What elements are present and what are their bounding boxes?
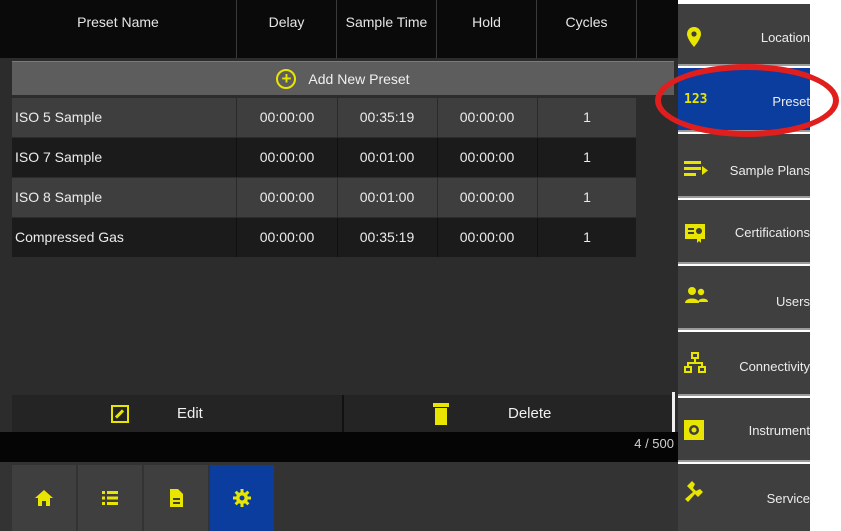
bottom-nav	[0, 462, 678, 531]
preset-count: 4 / 500	[634, 436, 674, 451]
location-pin-icon	[687, 27, 701, 47]
certificate-icon	[685, 224, 705, 243]
side-nav-label: Connectivity	[739, 359, 810, 374]
edit-pencil-icon	[111, 404, 129, 423]
sample-time-cell: 00:35:19	[359, 229, 415, 245]
sample-time-cell: 00:01:00	[359, 189, 415, 205]
side-nav-users[interactable]: Users	[678, 266, 810, 330]
add-new-preset-button[interactable]: + Add New Preset	[12, 61, 674, 95]
preset-panel: Preset Name Delay Sample Time Hold Cycle…	[0, 0, 678, 531]
table-row[interactable]: Compressed Gas 00:00:00 00:35:19 00:00:0…	[12, 218, 636, 257]
delete-button[interactable]: Delete	[344, 395, 674, 432]
side-nav-sample-plans[interactable]: Sample Plans	[678, 134, 810, 198]
cycles-cell: 1	[583, 229, 591, 245]
scrollbar-thumb[interactable]	[672, 392, 675, 432]
network-icon	[684, 352, 706, 373]
preset-name-cell: ISO 5 Sample	[15, 109, 103, 125]
plus-circle-icon: +	[276, 68, 297, 89]
cycles-cell: 1	[583, 149, 591, 165]
side-nav-label: Users	[776, 294, 810, 309]
side-nav-preset[interactable]: 123 Preset	[678, 68, 810, 132]
side-nav-label: Instrument	[748, 423, 810, 438]
wrench-icon	[685, 481, 703, 502]
edit-label: Edit	[177, 405, 203, 422]
preset-name-cell: ISO 7 Sample	[15, 149, 103, 165]
side-nav-instrument[interactable]: Instrument	[678, 398, 810, 462]
side-nav-label: Sample Plans	[729, 163, 810, 178]
status-bar: 4 / 500	[0, 432, 678, 462]
delay-cell: 00:00:00	[259, 149, 315, 165]
table-row[interactable]: ISO 7 Sample 00:00:00 00:01:00 00:00:00 …	[12, 138, 636, 177]
hold-cell: 00:00:00	[459, 229, 515, 245]
side-nav-service[interactable]: Service	[678, 464, 810, 531]
side-nav-label: Certifications	[734, 225, 810, 240]
cycles-cell: 1	[583, 109, 591, 125]
delay-cell: 00:00:00	[259, 229, 315, 245]
instrument-gear-icon	[684, 420, 704, 440]
add-new-preset-label: Add New Preset	[308, 70, 410, 87]
side-nav-label: Preset	[772, 94, 810, 109]
123-numbers-icon: 123	[684, 92, 708, 107]
delete-label: Delete	[508, 405, 552, 422]
table-header: Preset Name Delay Sample Time Hold Cycle…	[0, 0, 678, 58]
gear-icon	[233, 489, 251, 507]
side-nav-connectivity[interactable]: Connectivity	[678, 332, 810, 396]
side-nav-certifications[interactable]: Certifications	[678, 200, 810, 264]
delay-cell: 00:00:00	[259, 109, 315, 125]
list-icon	[684, 161, 708, 176]
list-icon	[102, 491, 118, 505]
trash-icon	[433, 402, 449, 425]
table-row[interactable]: ISO 8 Sample 00:00:00 00:01:00 00:00:00 …	[12, 178, 636, 217]
column-header-preset-name[interactable]: Preset Name	[0, 0, 237, 58]
users-icon	[685, 287, 708, 303]
preset-name-cell: Compressed Gas	[15, 229, 124, 245]
hold-cell: 00:00:00	[459, 189, 515, 205]
sample-time-cell: 00:35:19	[359, 109, 415, 125]
settings-button[interactable]	[210, 465, 274, 531]
side-nav-label: Service	[766, 491, 810, 506]
cycles-cell: 1	[583, 189, 591, 205]
side-nav-label: Location	[760, 30, 810, 45]
preset-name-cell: ISO 8 Sample	[15, 189, 103, 205]
sample-time-cell: 00:01:00	[359, 149, 415, 165]
app-window: Preset Name Delay Sample Time Hold Cycle…	[0, 0, 841, 531]
list-button[interactable]	[78, 465, 142, 531]
table-row[interactable]: ISO 5 Sample 00:00:00 00:35:19 00:00:00 …	[12, 98, 636, 137]
column-header-cycles[interactable]: Cycles	[537, 0, 637, 58]
column-header-sample-time[interactable]: Sample Time	[337, 0, 437, 58]
side-nav: Location 123 Preset Sample Plans Certifi…	[678, 0, 841, 531]
document-icon	[170, 489, 183, 507]
hold-cell: 00:00:00	[459, 109, 515, 125]
column-header-hold[interactable]: Hold	[437, 0, 537, 58]
home-icon	[35, 490, 53, 506]
delay-cell: 00:00:00	[259, 189, 315, 205]
edit-button[interactable]: Edit	[12, 395, 342, 432]
action-bar: Edit Delete	[12, 395, 674, 432]
hold-cell: 00:00:00	[459, 149, 515, 165]
home-button[interactable]	[12, 465, 76, 531]
column-header-delay[interactable]: Delay	[237, 0, 337, 58]
side-nav-location[interactable]: Location	[678, 4, 810, 66]
document-button[interactable]	[144, 465, 208, 531]
